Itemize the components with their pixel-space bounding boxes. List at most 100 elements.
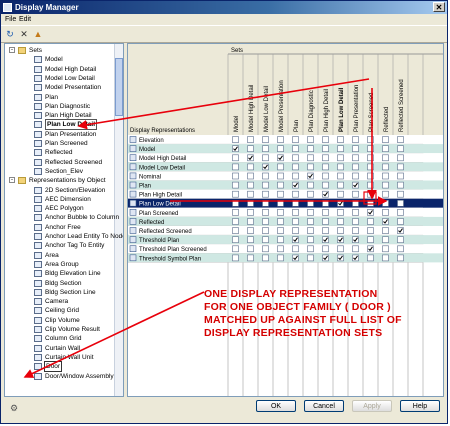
checkbox[interactable] (352, 172, 359, 180)
checkbox[interactable] (262, 172, 269, 180)
checkbox[interactable] (352, 154, 359, 162)
checkbox[interactable] (292, 172, 299, 180)
checkbox[interactable] (397, 190, 404, 198)
checkbox[interactable] (232, 154, 239, 162)
checkbox[interactable] (382, 136, 389, 143)
checkbox[interactable] (322, 181, 329, 189)
checkbox[interactable] (232, 227, 239, 234)
checkbox[interactable] (307, 200, 314, 207)
checkbox[interactable] (367, 172, 374, 180)
checkbox[interactable] (292, 154, 299, 162)
purge-icon[interactable]: ▲ (33, 29, 43, 39)
checkbox[interactable] (277, 245, 284, 253)
checkbox[interactable] (247, 145, 254, 152)
checkbox[interactable] (247, 181, 254, 189)
delete-icon[interactable]: ✕ (19, 29, 29, 39)
checkbox[interactable] (352, 227, 359, 234)
checkbox[interactable] (277, 236, 284, 243)
checkbox[interactable] (277, 209, 284, 216)
checkbox[interactable] (292, 209, 299, 216)
checkbox[interactable] (262, 136, 269, 143)
checkbox[interactable] (262, 209, 269, 216)
checkbox[interactable] (382, 200, 389, 207)
checkbox[interactable] (262, 236, 269, 243)
checkbox[interactable] (352, 209, 359, 216)
checkbox[interactable] (352, 145, 359, 152)
checkbox[interactable] (277, 227, 284, 234)
checkbox[interactable] (382, 236, 389, 243)
checkbox[interactable] (247, 136, 254, 143)
tree-scroll-thumb[interactable] (115, 58, 123, 116)
column-header-11[interactable]: Reflected (384, 107, 390, 132)
checkbox[interactable] (277, 181, 284, 189)
checkbox[interactable] (247, 172, 254, 180)
checkbox[interactable] (247, 254, 254, 262)
checkbox[interactable] (322, 136, 329, 143)
checkbox[interactable] (337, 136, 344, 143)
row-label[interactable]: Plan High Detail (139, 193, 182, 199)
checkbox[interactable] (307, 154, 314, 162)
checkbox[interactable] (262, 245, 269, 253)
checkbox[interactable] (232, 190, 239, 198)
checkbox[interactable] (307, 236, 314, 243)
checkbox[interactable] (352, 163, 359, 171)
checkbox[interactable] (322, 200, 329, 207)
checkbox[interactable] (367, 181, 374, 189)
checkbox[interactable] (322, 172, 329, 180)
checkbox[interactable] (292, 190, 299, 198)
checkbox[interactable] (247, 218, 254, 225)
checkbox[interactable] (292, 136, 299, 143)
column-header-12[interactable]: Reflected Screened (399, 79, 405, 132)
row-label[interactable]: Elevation (139, 138, 164, 144)
row-label[interactable]: Threshold Plan Screened (139, 247, 207, 253)
checkbox[interactable] (232, 236, 239, 243)
menu-edit[interactable]: Edit (19, 16, 31, 23)
column-header-2[interactable]: Model High Detail (249, 85, 255, 132)
checkbox[interactable] (262, 200, 269, 207)
checkbox[interactable] (307, 163, 314, 171)
row-label[interactable]: Plan (139, 184, 151, 190)
column-header-4[interactable]: Model Presentation (279, 80, 285, 132)
checkbox[interactable] (247, 200, 254, 207)
column-header-5[interactable]: Plan (294, 120, 300, 132)
checkbox[interactable] (262, 190, 269, 198)
checkbox[interactable] (352, 218, 359, 225)
collapse-icon[interactable]: - (9, 177, 15, 184)
checkbox[interactable] (307, 190, 314, 198)
checkbox[interactable] (262, 227, 269, 234)
column-header-3[interactable]: Model Low Detail (264, 86, 270, 132)
checkbox[interactable] (352, 190, 359, 198)
checkbox[interactable] (292, 145, 299, 152)
row-label[interactable]: Plan Low Detail (139, 202, 181, 208)
close-button[interactable]: ✕ (433, 2, 445, 12)
checkbox[interactable] (382, 154, 389, 162)
checkbox[interactable] (397, 209, 404, 216)
help-button[interactable]: Help (400, 400, 440, 412)
checkbox[interactable] (382, 245, 389, 253)
checkbox[interactable] (397, 172, 404, 180)
checkbox[interactable] (337, 145, 344, 152)
checkbox[interactable] (292, 163, 299, 171)
checkbox[interactable] (322, 245, 329, 253)
ok-button[interactable]: OK (256, 400, 296, 412)
checkbox[interactable] (397, 218, 404, 225)
checkbox[interactable] (307, 145, 314, 152)
checkbox[interactable] (397, 254, 404, 262)
checkbox[interactable] (337, 245, 344, 253)
checkbox[interactable] (337, 227, 344, 234)
checkbox[interactable] (367, 190, 374, 198)
checkbox[interactable] (397, 163, 404, 171)
checkbox[interactable] (382, 181, 389, 189)
checkbox[interactable] (367, 218, 374, 225)
checkbox[interactable] (292, 227, 299, 234)
checkbox[interactable] (322, 218, 329, 225)
checkbox[interactable] (232, 245, 239, 253)
checkbox[interactable] (397, 154, 404, 162)
checkbox[interactable] (277, 136, 284, 143)
checkbox[interactable] (397, 136, 404, 143)
checkbox[interactable] (352, 200, 359, 207)
menu-file[interactable]: File (5, 16, 16, 23)
checkbox[interactable] (307, 227, 314, 234)
row-label[interactable]: Reflected (139, 220, 164, 226)
refresh-icon[interactable]: ↻ (5, 29, 15, 39)
